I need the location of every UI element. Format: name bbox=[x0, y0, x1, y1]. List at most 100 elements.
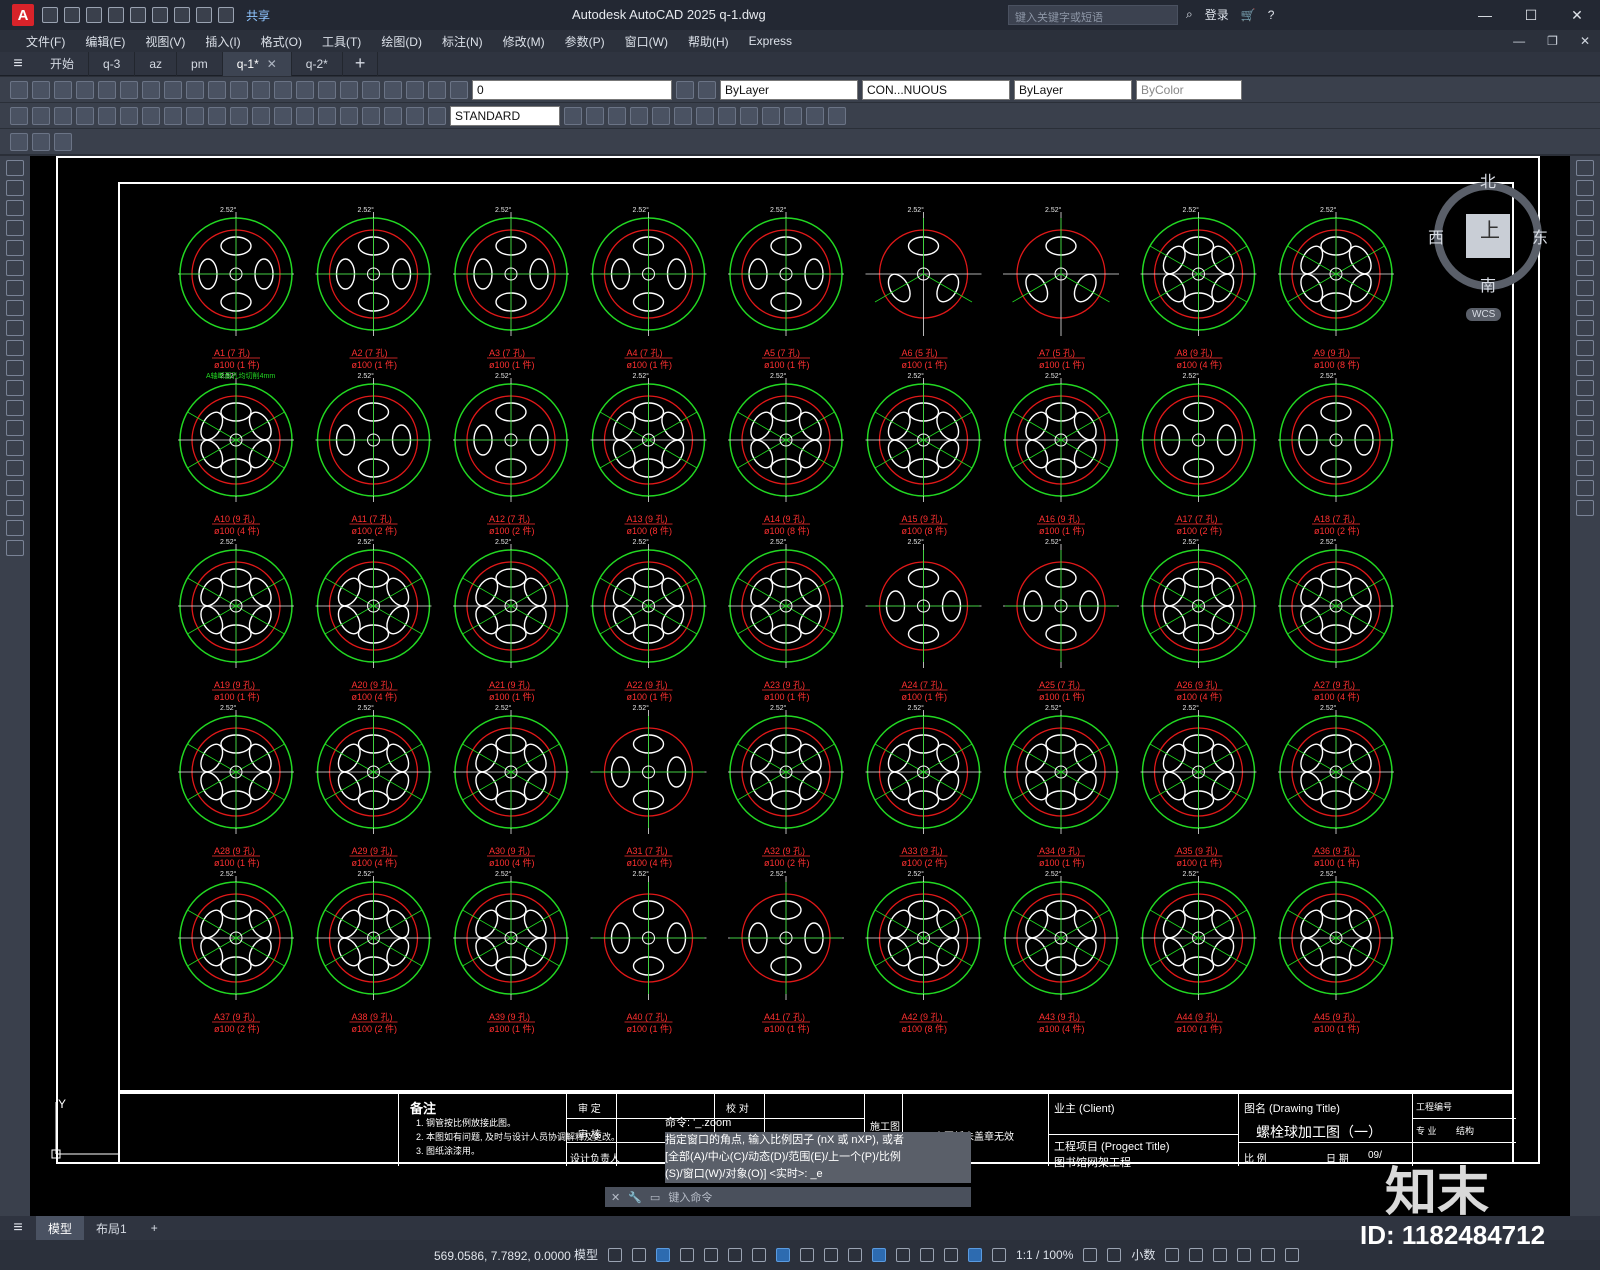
extra-tool-1-icon[interactable] bbox=[10, 132, 28, 151]
preview-icon[interactable] bbox=[98, 80, 116, 99]
match-prop-icon[interactable] bbox=[208, 80, 226, 99]
maximize-button[interactable]: ☐ bbox=[1508, 0, 1554, 30]
quick-dim-icon[interactable] bbox=[186, 106, 204, 125]
save-file-icon[interactable] bbox=[54, 80, 72, 99]
minimize-button[interactable]: — bbox=[1462, 0, 1508, 30]
isodraft-icon[interactable] bbox=[728, 1247, 743, 1262]
jogged-linear-icon[interactable] bbox=[362, 106, 380, 125]
plotstyle-dropdown[interactable]: ByColor bbox=[1136, 79, 1242, 100]
command-input[interactable]: 键入命令 bbox=[668, 1189, 712, 1205]
login-button[interactable]: 登录 bbox=[1205, 6, 1229, 23]
snap-icon[interactable] bbox=[632, 1247, 647, 1262]
help-tool-icon[interactable] bbox=[406, 80, 424, 99]
center-mark-icon[interactable] bbox=[318, 106, 336, 125]
tolerance-icon[interactable] bbox=[296, 106, 314, 125]
layout-menu-icon[interactable]: ≡ bbox=[0, 1219, 36, 1237]
print-icon[interactable] bbox=[76, 80, 94, 99]
customization-icon[interactable] bbox=[1285, 1247, 1300, 1262]
copy-object-icon[interactable] bbox=[1576, 180, 1594, 196]
plot-icon[interactable] bbox=[174, 7, 190, 23]
ellipse-icon[interactable] bbox=[6, 340, 24, 356]
tab-model[interactable]: 模型 bbox=[36, 1216, 85, 1240]
circle-icon[interactable] bbox=[6, 280, 24, 296]
dim-edit-icon[interactable] bbox=[384, 106, 402, 125]
selection-cycling-icon[interactable] bbox=[848, 1247, 863, 1262]
dim-update-icon[interactable] bbox=[428, 106, 446, 125]
menu-window[interactable]: 窗口(W) bbox=[615, 33, 678, 50]
3d-osnap-icon[interactable] bbox=[872, 1247, 887, 1262]
view-tool-8-icon[interactable] bbox=[740, 106, 758, 125]
point-icon[interactable] bbox=[6, 420, 24, 436]
add-selected-icon[interactable] bbox=[6, 540, 24, 556]
rectangle-icon[interactable] bbox=[6, 240, 24, 256]
selection-filter-icon[interactable] bbox=[920, 1247, 935, 1262]
viewcube-west[interactable]: 西 bbox=[1428, 224, 1444, 248]
view-tool-9-icon[interactable] bbox=[762, 106, 780, 125]
command-line[interactable]: ✕ 🔧 ▭ 键入命令 bbox=[605, 1187, 971, 1207]
construction-line-icon[interactable] bbox=[6, 180, 24, 196]
tab-layout1[interactable]: 布局1 bbox=[84, 1220, 139, 1237]
close-tab-icon[interactable]: ✕ bbox=[267, 57, 277, 71]
array-icon[interactable] bbox=[1576, 240, 1594, 256]
view-tool-1-icon[interactable] bbox=[586, 106, 604, 125]
insert-block-icon[interactable] bbox=[6, 380, 24, 396]
menu-modify[interactable]: 修改(M) bbox=[493, 33, 555, 50]
inspect-icon[interactable] bbox=[340, 106, 358, 125]
layer-dropdown[interactable]: 0 bbox=[472, 79, 672, 100]
view-tool-10-icon[interactable] bbox=[784, 106, 802, 125]
undo-tool-icon[interactable] bbox=[230, 80, 248, 99]
polar-icon[interactable] bbox=[704, 1247, 719, 1262]
tab-q-1[interactable]: q-1* ✕ bbox=[222, 51, 292, 76]
aligned-dim-icon[interactable] bbox=[32, 106, 50, 125]
close-button[interactable]: ✕ bbox=[1554, 0, 1600, 30]
dim-space-icon[interactable] bbox=[252, 106, 270, 125]
transparency-icon[interactable] bbox=[824, 1247, 839, 1262]
qnew-icon[interactable] bbox=[10, 80, 28, 99]
lock-ui-icon[interactable] bbox=[1189, 1247, 1204, 1262]
redo-tool-icon[interactable] bbox=[252, 80, 270, 99]
new-tab-button[interactable]: + bbox=[343, 51, 379, 76]
paste-icon[interactable] bbox=[186, 80, 204, 99]
tab-q-3[interactable]: q-3 bbox=[89, 51, 136, 76]
dim-text-edit-icon[interactable] bbox=[406, 106, 424, 125]
annotation-scale[interactable]: 1:1 / 100% bbox=[1016, 1248, 1073, 1262]
menu-express[interactable]: Express bbox=[739, 34, 802, 48]
chamfer-icon[interactable] bbox=[1576, 440, 1594, 456]
grid-icon[interactable] bbox=[608, 1247, 623, 1262]
menu-view[interactable]: 视图(V) bbox=[135, 33, 195, 50]
make-current-icon[interactable] bbox=[676, 80, 694, 99]
open-icon[interactable] bbox=[64, 7, 80, 23]
polyline-icon[interactable] bbox=[6, 200, 24, 216]
dimstyle-icon[interactable] bbox=[564, 106, 582, 125]
object-snap-icon[interactable] bbox=[776, 1247, 791, 1262]
hatch-icon[interactable] bbox=[6, 440, 24, 456]
scale-icon[interactable] bbox=[1576, 300, 1594, 316]
tab-az[interactable]: az bbox=[135, 51, 178, 76]
gradient-icon[interactable] bbox=[6, 460, 24, 476]
viewcube[interactable]: 北 西 东 上 南 WCS bbox=[1428, 168, 1570, 328]
wcs-menu[interactable]: WCS bbox=[1466, 308, 1502, 321]
web-save-icon[interactable] bbox=[152, 7, 168, 23]
ordinate-icon[interactable] bbox=[76, 106, 94, 125]
dynamic-input-icon[interactable] bbox=[656, 1247, 671, 1262]
isolate-objects-icon[interactable] bbox=[1213, 1247, 1228, 1262]
polygon-icon[interactable] bbox=[6, 220, 24, 236]
doc-close-button[interactable]: ✕ bbox=[1580, 34, 1590, 48]
zoom-realtime-icon[interactable] bbox=[296, 80, 314, 99]
mirror-icon[interactable] bbox=[1576, 200, 1594, 216]
view-tool-11-icon[interactable] bbox=[806, 106, 824, 125]
close-command-icon[interactable]: ✕ bbox=[611, 1191, 620, 1204]
viewcube-south[interactable]: 南 bbox=[1480, 272, 1496, 296]
quick-properties-icon[interactable] bbox=[1165, 1247, 1180, 1262]
menu-draw[interactable]: 绘图(D) bbox=[371, 33, 432, 50]
layer-previous-icon[interactable] bbox=[698, 80, 716, 99]
viewcube-east[interactable]: 东 bbox=[1532, 224, 1548, 248]
join-icon[interactable] bbox=[1576, 420, 1594, 436]
fillet-icon[interactable] bbox=[1576, 460, 1594, 476]
ellipse-arc-icon[interactable] bbox=[6, 360, 24, 376]
break-icon[interactable] bbox=[1576, 400, 1594, 416]
dimstyle-dropdown[interactable]: STANDARD bbox=[450, 105, 560, 126]
clean-screen-icon[interactable] bbox=[1261, 1247, 1276, 1262]
cart-icon[interactable]: 🛒 bbox=[1241, 8, 1256, 22]
baseline-icon[interactable] bbox=[208, 106, 226, 125]
